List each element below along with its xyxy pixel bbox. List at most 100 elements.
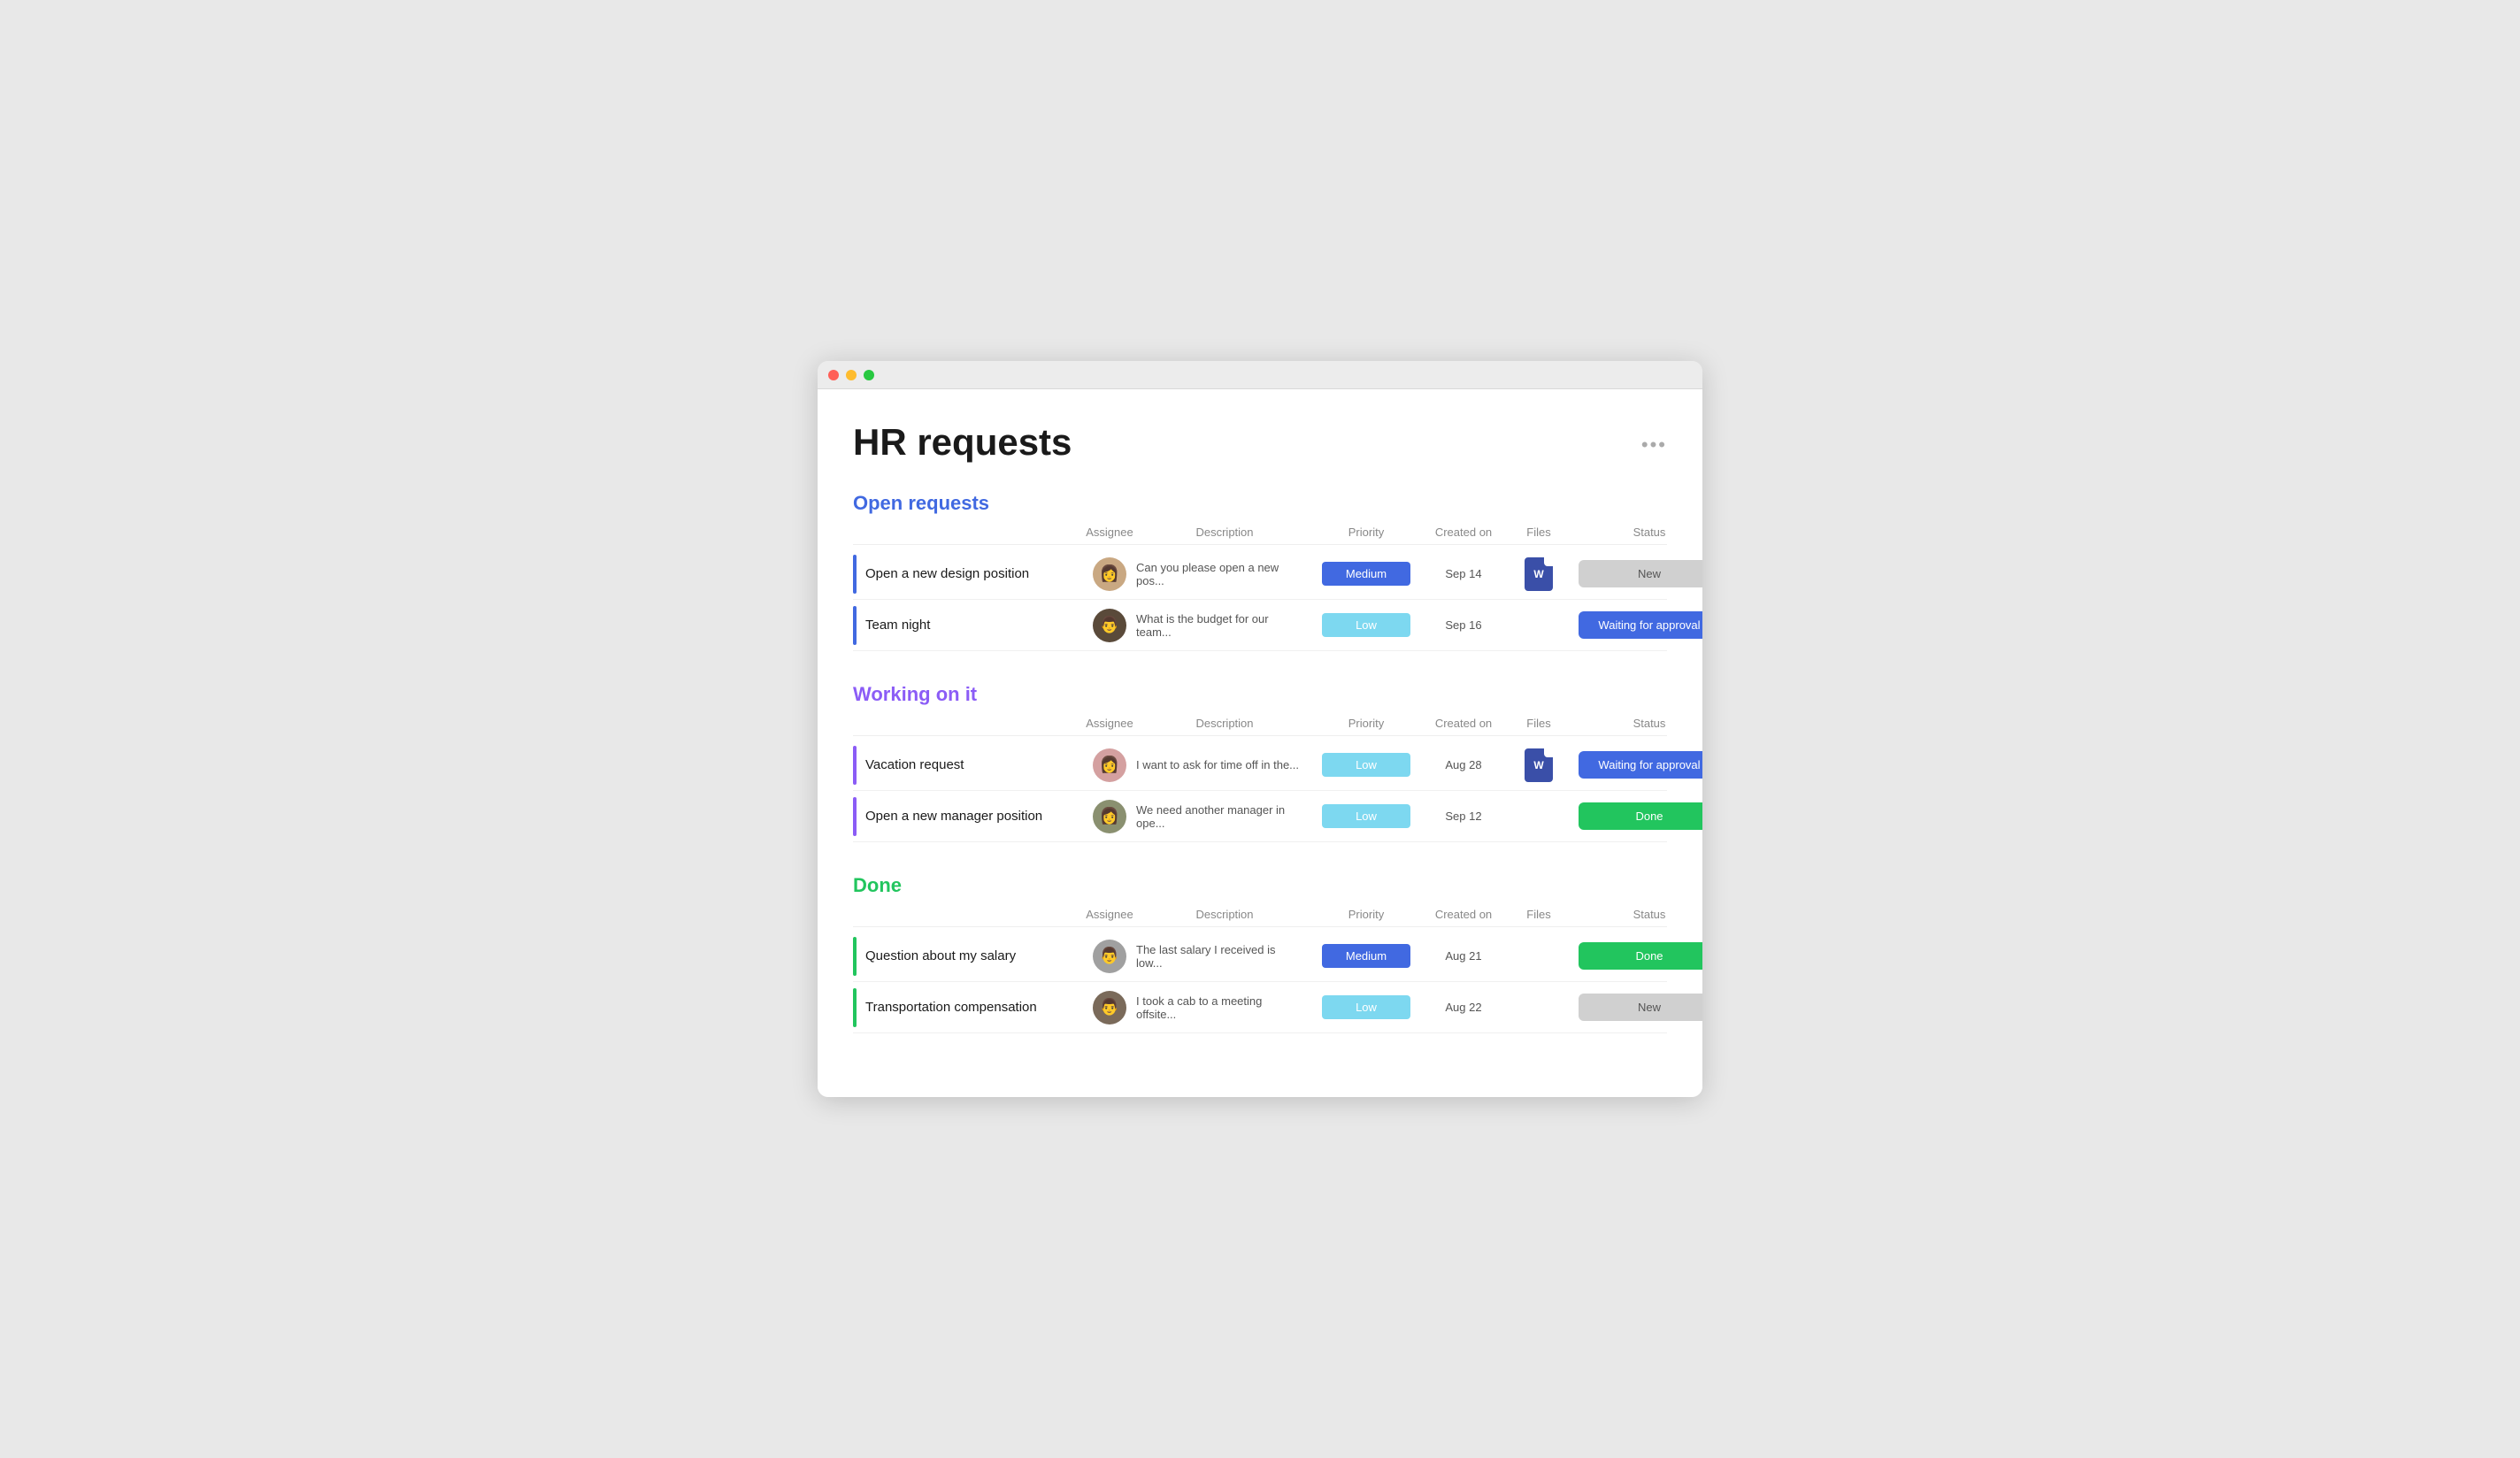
row-name-text: Question about my salary bbox=[865, 948, 1016, 963]
row-left-border bbox=[853, 555, 857, 594]
avatar: 👩 bbox=[1093, 800, 1126, 833]
file-icon[interactable]: W bbox=[1525, 557, 1553, 591]
status-badge[interactable]: New bbox=[1579, 560, 1702, 587]
status-badge[interactable]: Done bbox=[1579, 942, 1702, 970]
col-header-priority: Priority bbox=[1313, 526, 1419, 539]
close-button[interactable] bbox=[828, 370, 839, 380]
file-icon[interactable]: W bbox=[1525, 748, 1553, 782]
priority-cell: Low bbox=[1313, 613, 1419, 637]
priority-badge: Medium bbox=[1322, 944, 1410, 968]
col-header-status: Status bbox=[1570, 717, 1702, 730]
col-header-created_on: Created on bbox=[1419, 908, 1508, 921]
avatar: 👩 bbox=[1093, 557, 1126, 591]
col-header-status: Status bbox=[1570, 908, 1702, 921]
priority-cell: Medium bbox=[1313, 562, 1419, 586]
assignee-cell: 👨 bbox=[1083, 940, 1136, 973]
description-cell: I took a cab to a meeting offsite... bbox=[1136, 994, 1313, 1021]
row-name-cell: Transportation compensation bbox=[853, 988, 1083, 1027]
status-cell: Waiting for approval bbox=[1570, 751, 1702, 779]
section-title-open: Open requests bbox=[853, 492, 1030, 515]
status-cell: Done bbox=[1570, 942, 1702, 970]
row-name-cell: Team night bbox=[853, 606, 1083, 645]
priority-badge: Low bbox=[1322, 995, 1410, 1019]
status-cell: New bbox=[1570, 994, 1702, 1021]
priority-badge: Medium bbox=[1322, 562, 1410, 586]
row-name-cell: Vacation request bbox=[853, 746, 1083, 785]
col-header-name bbox=[853, 717, 1083, 730]
description-cell: I want to ask for time off in the... bbox=[1136, 758, 1313, 771]
assignee-cell: 👨 bbox=[1083, 991, 1136, 1024]
assignee-cell: 👩 bbox=[1083, 557, 1136, 591]
col-headers-open: AssigneeDescriptionPriorityCreated onFil… bbox=[853, 526, 1667, 545]
priority-cell: Low bbox=[1313, 995, 1419, 1019]
assignee-cell: 👩 bbox=[1083, 800, 1136, 833]
assignee-cell: 👨 bbox=[1083, 609, 1136, 642]
status-badge[interactable]: Done bbox=[1579, 802, 1702, 830]
priority-cell: Low bbox=[1313, 753, 1419, 777]
priority-cell: Medium bbox=[1313, 944, 1419, 968]
table-row[interactable]: Open a new design position 👩 Can you pleas… bbox=[853, 549, 1667, 600]
table-row[interactable]: Team night 👨What is the budget for our te… bbox=[853, 600, 1667, 651]
col-header-description: Description bbox=[1136, 908, 1313, 921]
minimize-button[interactable] bbox=[846, 370, 857, 380]
section-title-working: Working on it bbox=[853, 683, 1030, 706]
section-header-done: Done bbox=[853, 874, 1667, 897]
table-row[interactable]: Question about my salary👨The last salary… bbox=[853, 931, 1667, 982]
main-content: HR requests ••• Open requestsAssigneeDes… bbox=[818, 389, 1702, 1097]
files-cell: W bbox=[1508, 748, 1570, 782]
row-left-border bbox=[853, 797, 857, 836]
col-header-description: Description bbox=[1136, 526, 1313, 539]
page-title: HR requests bbox=[853, 421, 1072, 464]
col-headers-working: AssigneeDescriptionPriorityCreated onFil… bbox=[853, 717, 1667, 736]
table-open: AssigneeDescriptionPriorityCreated onFil… bbox=[853, 526, 1667, 651]
date-cell: Aug 22 bbox=[1419, 1001, 1508, 1014]
date-cell: Aug 21 bbox=[1419, 949, 1508, 963]
row-name-cell: Open a new manager position bbox=[853, 797, 1083, 836]
files-cell: W bbox=[1508, 557, 1570, 591]
row-name-text: Open a new manager position bbox=[865, 809, 1042, 824]
row-left-border bbox=[853, 746, 857, 785]
col-header-files: Files bbox=[1508, 717, 1570, 730]
section-working: Working on it AssigneeDescriptionPriority… bbox=[853, 683, 1667, 842]
titlebar bbox=[818, 361, 1702, 389]
row-name-text: Vacation request bbox=[865, 757, 964, 772]
assignee-cell: 👩 bbox=[1083, 748, 1136, 782]
col-header-assignee: Assignee bbox=[1083, 526, 1136, 539]
table-row[interactable]: Open a new manager position👩We need anot… bbox=[853, 791, 1667, 842]
col-header-created_on: Created on bbox=[1419, 526, 1508, 539]
app-window: HR requests ••• Open requestsAssigneeDes… bbox=[818, 361, 1702, 1097]
status-cell: New bbox=[1570, 560, 1702, 587]
row-name-text: Team night bbox=[865, 618, 930, 633]
col-header-status: Status bbox=[1570, 526, 1702, 539]
col-headers-done: AssigneeDescriptionPriorityCreated onFil… bbox=[853, 908, 1667, 927]
col-header-description: Description bbox=[1136, 717, 1313, 730]
section-title-done: Done bbox=[853, 874, 1030, 897]
table-row[interactable]: Transportation compensation 👨I took a cab… bbox=[853, 982, 1667, 1033]
avatar: 👩 bbox=[1093, 748, 1126, 782]
table-done: AssigneeDescriptionPriorityCreated onFil… bbox=[853, 908, 1667, 1033]
more-options-button[interactable]: ••• bbox=[1641, 434, 1667, 457]
status-badge[interactable]: Waiting for approval bbox=[1579, 751, 1702, 779]
status-badge[interactable]: Waiting for approval bbox=[1579, 611, 1702, 639]
description-cell: Can you please open a new pos... bbox=[1136, 561, 1313, 587]
section-header-open: Open requests bbox=[853, 492, 1667, 515]
status-cell: Waiting for approval bbox=[1570, 611, 1702, 639]
col-header-assignee: Assignee bbox=[1083, 717, 1136, 730]
priority-cell: Low bbox=[1313, 804, 1419, 828]
row-name-cell: Open a new design position bbox=[853, 555, 1083, 594]
row-name-cell: Question about my salary bbox=[853, 937, 1083, 976]
table-row[interactable]: Vacation request 👩 I want to ask for time … bbox=[853, 740, 1667, 791]
col-header-files: Files bbox=[1508, 908, 1570, 921]
status-badge[interactable]: New bbox=[1579, 994, 1702, 1021]
col-header-priority: Priority bbox=[1313, 908, 1419, 921]
description-cell: What is the budget for our team... bbox=[1136, 612, 1313, 639]
col-header-name bbox=[853, 526, 1083, 539]
section-done: Done AssigneeDescriptionPriorityCreated o… bbox=[853, 874, 1667, 1033]
col-header-name bbox=[853, 908, 1083, 921]
priority-badge: Low bbox=[1322, 804, 1410, 828]
avatar: 👨 bbox=[1093, 940, 1126, 973]
row-name-text: Transportation compensation bbox=[865, 1000, 1037, 1015]
row-left-border bbox=[853, 606, 857, 645]
row-name-text: Open a new design position bbox=[865, 566, 1029, 581]
maximize-button[interactable] bbox=[864, 370, 874, 380]
